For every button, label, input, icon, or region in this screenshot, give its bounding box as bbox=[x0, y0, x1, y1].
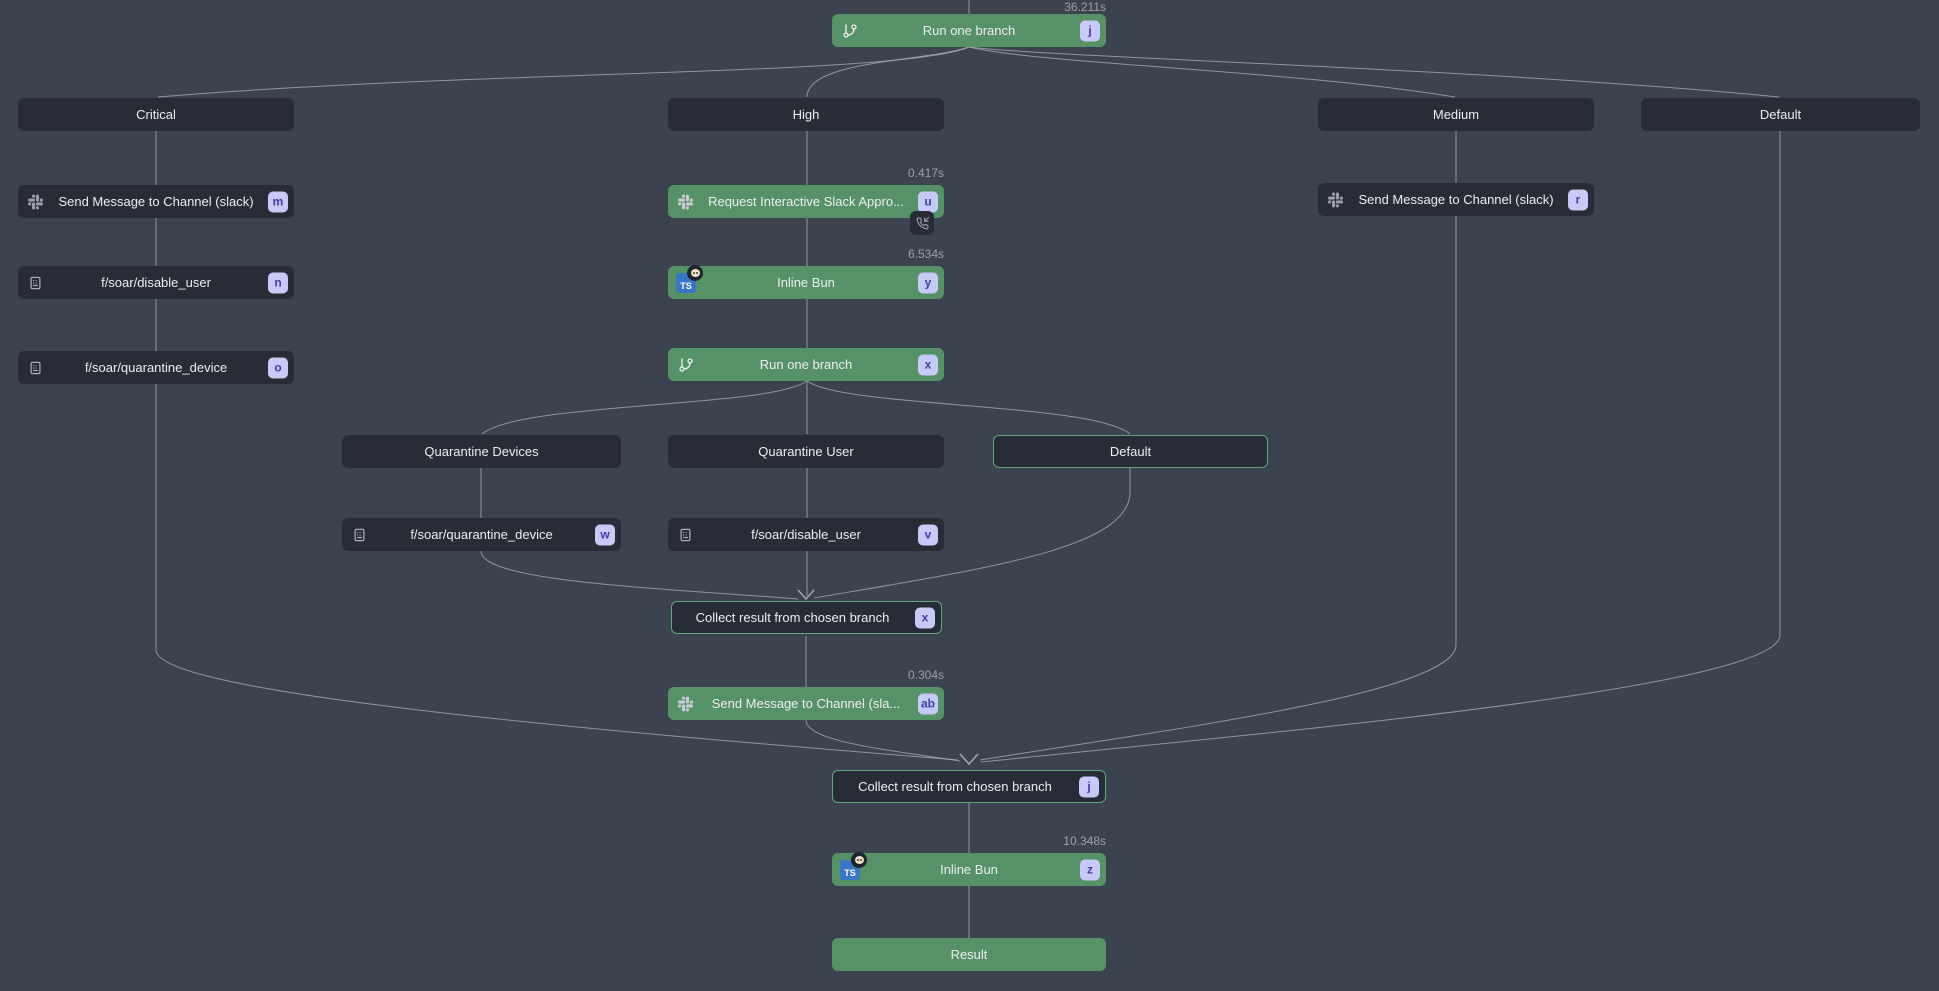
branch-header-quarantine-user[interactable]: Quarantine User bbox=[668, 435, 944, 468]
node-label: Send Message to Channel (slack) bbox=[58, 194, 253, 209]
node-script-quarantine-device-critical[interactable]: f/soar/quarantine_device o bbox=[18, 351, 294, 384]
node-inline-bun-high[interactable]: TS Inline Bun y bbox=[668, 266, 944, 299]
node-collect-result-outer[interactable]: Collect result from chosen branch j bbox=[832, 770, 1106, 803]
branch-header-medium[interactable]: Medium bbox=[1318, 98, 1594, 131]
node-label: f/soar/quarantine_device bbox=[85, 360, 227, 375]
branch-label: High bbox=[793, 107, 820, 122]
branch-label: Medium bbox=[1433, 107, 1479, 122]
node-label: Run one branch bbox=[760, 357, 853, 372]
slack-icon bbox=[28, 194, 43, 209]
node-label: Request Interactive Slack Appro... bbox=[708, 194, 904, 209]
branch-label: Quarantine Devices bbox=[424, 444, 538, 459]
duration-label: 6.534s bbox=[908, 247, 944, 261]
node-label: Inline Bun bbox=[777, 275, 835, 290]
branch-header-default[interactable]: Default bbox=[1641, 98, 1920, 131]
node-id-badge: x bbox=[918, 354, 938, 375]
node-label: Inline Bun bbox=[940, 862, 998, 877]
node-id-badge: u bbox=[918, 191, 938, 212]
node-id-badge: o bbox=[268, 357, 288, 378]
branch-label: Critical bbox=[136, 107, 176, 122]
node-label: Send Message to Channel (slack) bbox=[1358, 192, 1553, 207]
node-id-badge: r bbox=[1568, 189, 1588, 210]
typescript-bun-icon: TS bbox=[676, 273, 696, 293]
node-script-quarantine-device-sub[interactable]: f/soar/quarantine_device w bbox=[342, 518, 621, 551]
node-id-badge: n bbox=[268, 272, 288, 293]
branch-label: Default bbox=[1110, 444, 1151, 459]
script-icon bbox=[678, 527, 693, 542]
node-label: Send Message to Channel (sla... bbox=[712, 696, 901, 711]
duration-label: 0.417s bbox=[908, 166, 944, 180]
node-request-slack-approval[interactable]: Request Interactive Slack Appro... u bbox=[668, 185, 944, 218]
node-label: Result bbox=[951, 947, 988, 962]
node-id-badge: v bbox=[918, 524, 938, 545]
node-id-badge: w bbox=[595, 524, 615, 545]
script-icon bbox=[28, 360, 43, 375]
git-branch-icon bbox=[678, 357, 694, 373]
branch-header-critical[interactable]: Critical bbox=[18, 98, 294, 131]
node-id-badge: j bbox=[1080, 20, 1100, 41]
node-send-message-after-collect[interactable]: Send Message to Channel (sla... ab bbox=[668, 687, 944, 720]
slack-icon bbox=[678, 696, 693, 711]
node-id-badge: ab bbox=[918, 693, 938, 714]
branch-label: Quarantine User bbox=[758, 444, 853, 459]
node-id-badge: y bbox=[918, 272, 938, 293]
node-id-badge: z bbox=[1080, 859, 1100, 880]
branch-label: Default bbox=[1760, 107, 1801, 122]
node-label: Run one branch bbox=[923, 23, 1016, 38]
node-result[interactable]: Result bbox=[832, 938, 1106, 971]
suspend-approval-indicator[interactable] bbox=[910, 211, 934, 235]
node-label: Collect result from chosen branch bbox=[696, 610, 890, 625]
script-icon bbox=[352, 527, 367, 542]
node-run-one-branch-top[interactable]: Run one branch j bbox=[832, 14, 1106, 47]
node-script-disable-user-critical[interactable]: f/soar/disable_user n bbox=[18, 266, 294, 299]
node-id-badge: x bbox=[915, 607, 935, 628]
node-script-disable-user-sub[interactable]: f/soar/disable_user v bbox=[668, 518, 944, 551]
node-label: Collect result from chosen branch bbox=[858, 779, 1052, 794]
branch-header-high[interactable]: High bbox=[668, 98, 944, 131]
node-label: f/soar/disable_user bbox=[751, 527, 861, 542]
typescript-bun-icon: TS bbox=[840, 860, 860, 880]
node-send-message-critical[interactable]: Send Message to Channel (slack) m bbox=[18, 185, 294, 218]
node-label: f/soar/quarantine_device bbox=[410, 527, 552, 542]
phone-incoming-icon bbox=[916, 217, 929, 230]
branch-header-quarantine-devices[interactable]: Quarantine Devices bbox=[342, 435, 621, 468]
flow-edges bbox=[0, 0, 1939, 991]
slack-icon bbox=[678, 194, 693, 209]
node-id-badge: j bbox=[1079, 776, 1099, 797]
node-label: f/soar/disable_user bbox=[101, 275, 211, 290]
node-collect-result-inner[interactable]: Collect result from chosen branch x bbox=[671, 601, 942, 634]
slack-icon bbox=[1328, 192, 1343, 207]
node-inline-bun-final[interactable]: TS Inline Bun z bbox=[832, 853, 1106, 886]
node-send-message-medium[interactable]: Send Message to Channel (slack) r bbox=[1318, 183, 1594, 216]
git-branch-icon bbox=[842, 23, 858, 39]
duration-label: 10.348s bbox=[1063, 834, 1106, 848]
node-id-badge: m bbox=[268, 191, 288, 212]
script-icon bbox=[28, 275, 43, 290]
node-run-one-branch-inner[interactable]: Run one branch x bbox=[668, 348, 944, 381]
duration-label: 0.304s bbox=[908, 668, 944, 682]
branch-header-default-sub[interactable]: Default bbox=[993, 435, 1268, 468]
flow-canvas: 36.211s 0.417s 6.534s 0.304s 10.348s Run… bbox=[0, 0, 1939, 991]
duration-label: 36.211s bbox=[1064, 0, 1106, 14]
